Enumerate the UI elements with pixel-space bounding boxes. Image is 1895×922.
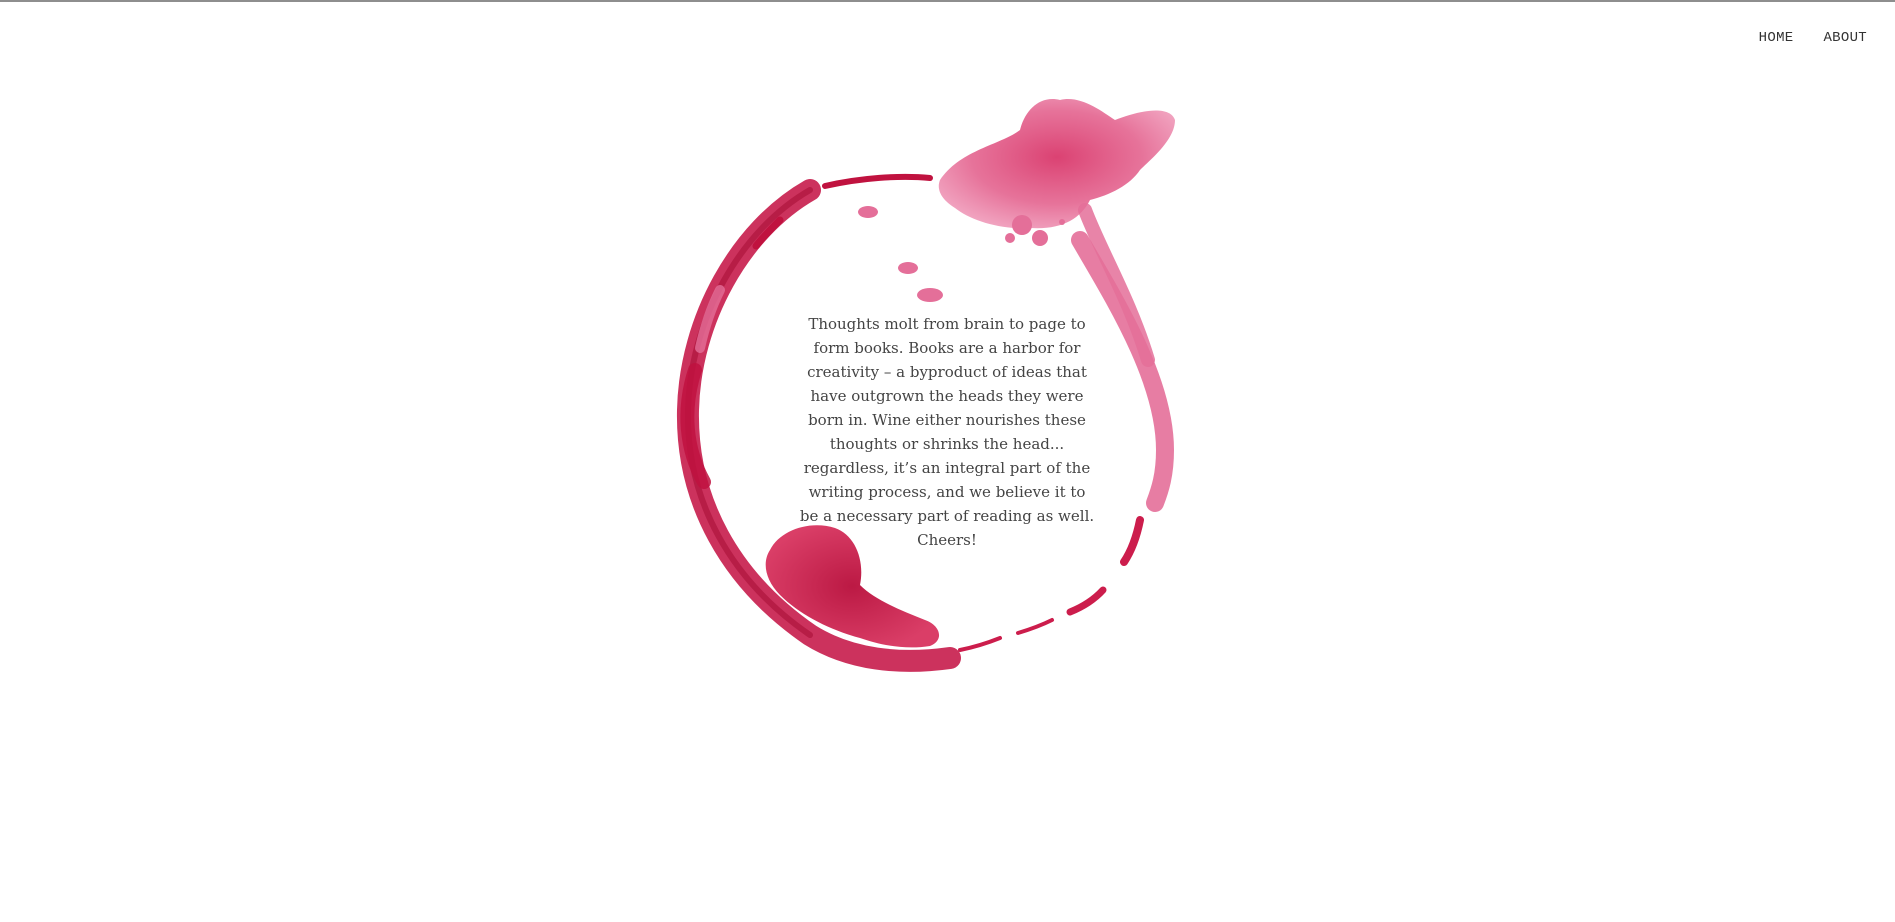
main-nav: HOME ABOUT <box>1759 30 1867 46</box>
about-blurb: Thoughts molt from brain to page to form… <box>799 315 1095 549</box>
top-border <box>0 0 1895 2</box>
nav-about-link[interactable]: ABOUT <box>1823 30 1867 46</box>
nav-home-link[interactable]: HOME <box>1759 30 1794 46</box>
